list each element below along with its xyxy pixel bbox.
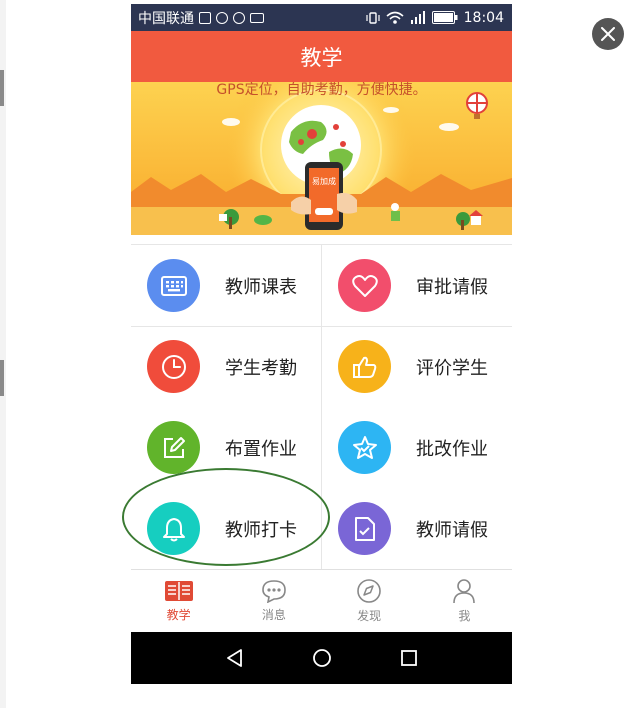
menu-item-evaluate-student[interactable]: 评价学生 bbox=[322, 326, 512, 407]
thumbs-up-icon bbox=[338, 340, 391, 393]
tab-label: 我 bbox=[458, 609, 471, 623]
edge-mark bbox=[0, 360, 4, 396]
keyboard-icon bbox=[147, 259, 200, 312]
menu-item-label: 学生考勤 bbox=[225, 357, 297, 379]
star-check-icon bbox=[338, 421, 391, 474]
tab-messages[interactable]: 消息 bbox=[226, 570, 321, 632]
back-icon[interactable] bbox=[225, 648, 245, 668]
phone-screen: 中国联通 18:04 教学 GPS定位，自助考勤，方便快捷。 易加成 教师课表 … bbox=[131, 4, 512, 684]
menu-item-label: 评价学生 bbox=[416, 357, 488, 379]
chat-icon bbox=[262, 580, 286, 603]
home-icon[interactable] bbox=[312, 648, 332, 668]
close-button[interactable] bbox=[592, 18, 624, 50]
person-icon bbox=[453, 579, 476, 604]
tab-label: 发现 bbox=[357, 609, 382, 623]
menu-item-label: 教师请假 bbox=[416, 519, 488, 541]
banner-caption: GPS定位，自助考勤，方便快捷。 bbox=[216, 82, 427, 98]
tab-label: 消息 bbox=[261, 608, 286, 622]
recent-apps-icon[interactable] bbox=[400, 649, 418, 667]
tab-teaching[interactable]: 教学 bbox=[131, 570, 226, 632]
tab-discover[interactable]: 发现 bbox=[322, 570, 417, 632]
tab-bar: 教学 消息 发现 我 bbox=[131, 569, 512, 632]
carrier-name: 中国联通 bbox=[138, 10, 194, 27]
left-edge bbox=[0, 0, 6, 708]
page-title: 教学 bbox=[300, 45, 343, 70]
clock-icon bbox=[147, 340, 200, 393]
signal-icon bbox=[410, 10, 425, 24]
menu-item-approve-leave[interactable]: 审批请假 bbox=[322, 245, 512, 326]
keyboard-status-icon bbox=[250, 12, 264, 23]
document-check-icon bbox=[338, 502, 391, 555]
menu-item-teacher-schedule[interactable]: 教师课表 bbox=[131, 245, 321, 326]
sim-icon bbox=[199, 11, 211, 24]
book-icon bbox=[164, 581, 193, 601]
edit-icon bbox=[147, 421, 200, 474]
compass-icon bbox=[357, 579, 381, 603]
menu-item-student-attendance[interactable]: 学生考勤 bbox=[131, 326, 321, 407]
battery-icon bbox=[431, 11, 458, 24]
edge-mark bbox=[0, 70, 4, 106]
tab-me[interactable]: 我 bbox=[417, 570, 512, 632]
status-time: 18:04 bbox=[463, 9, 504, 26]
wifi-icon bbox=[386, 11, 404, 24]
tab-label: 教学 bbox=[166, 608, 191, 622]
menu-item-label: 审批请假 bbox=[416, 276, 488, 298]
menu-item-label: 教师课表 bbox=[225, 276, 297, 298]
close-icon bbox=[601, 27, 615, 41]
status-bar: 中国联通 18:04 bbox=[131, 4, 512, 31]
heart-icon bbox=[338, 259, 391, 312]
menu-item-label: 布置作业 bbox=[225, 438, 297, 460]
sync-icon bbox=[216, 11, 228, 24]
banner-phone-text: 易加成 bbox=[312, 177, 336, 186]
vibrate-icon bbox=[366, 11, 380, 24]
menu-item-grade-homework[interactable]: 批改作业 bbox=[322, 407, 512, 488]
menu-item-label: 批改作业 bbox=[416, 438, 488, 460]
menu-item-teacher-leave[interactable]: 教师请假 bbox=[322, 488, 512, 569]
settings-icon bbox=[233, 11, 245, 24]
app-bar: 教学 bbox=[131, 31, 512, 82]
highlight-annotation bbox=[122, 468, 330, 566]
system-nav-bar bbox=[131, 632, 512, 684]
banner-illustration bbox=[131, 82, 512, 235]
promo-banner[interactable]: GPS定位，自助考勤，方便快捷。 易加成 bbox=[131, 82, 512, 235]
